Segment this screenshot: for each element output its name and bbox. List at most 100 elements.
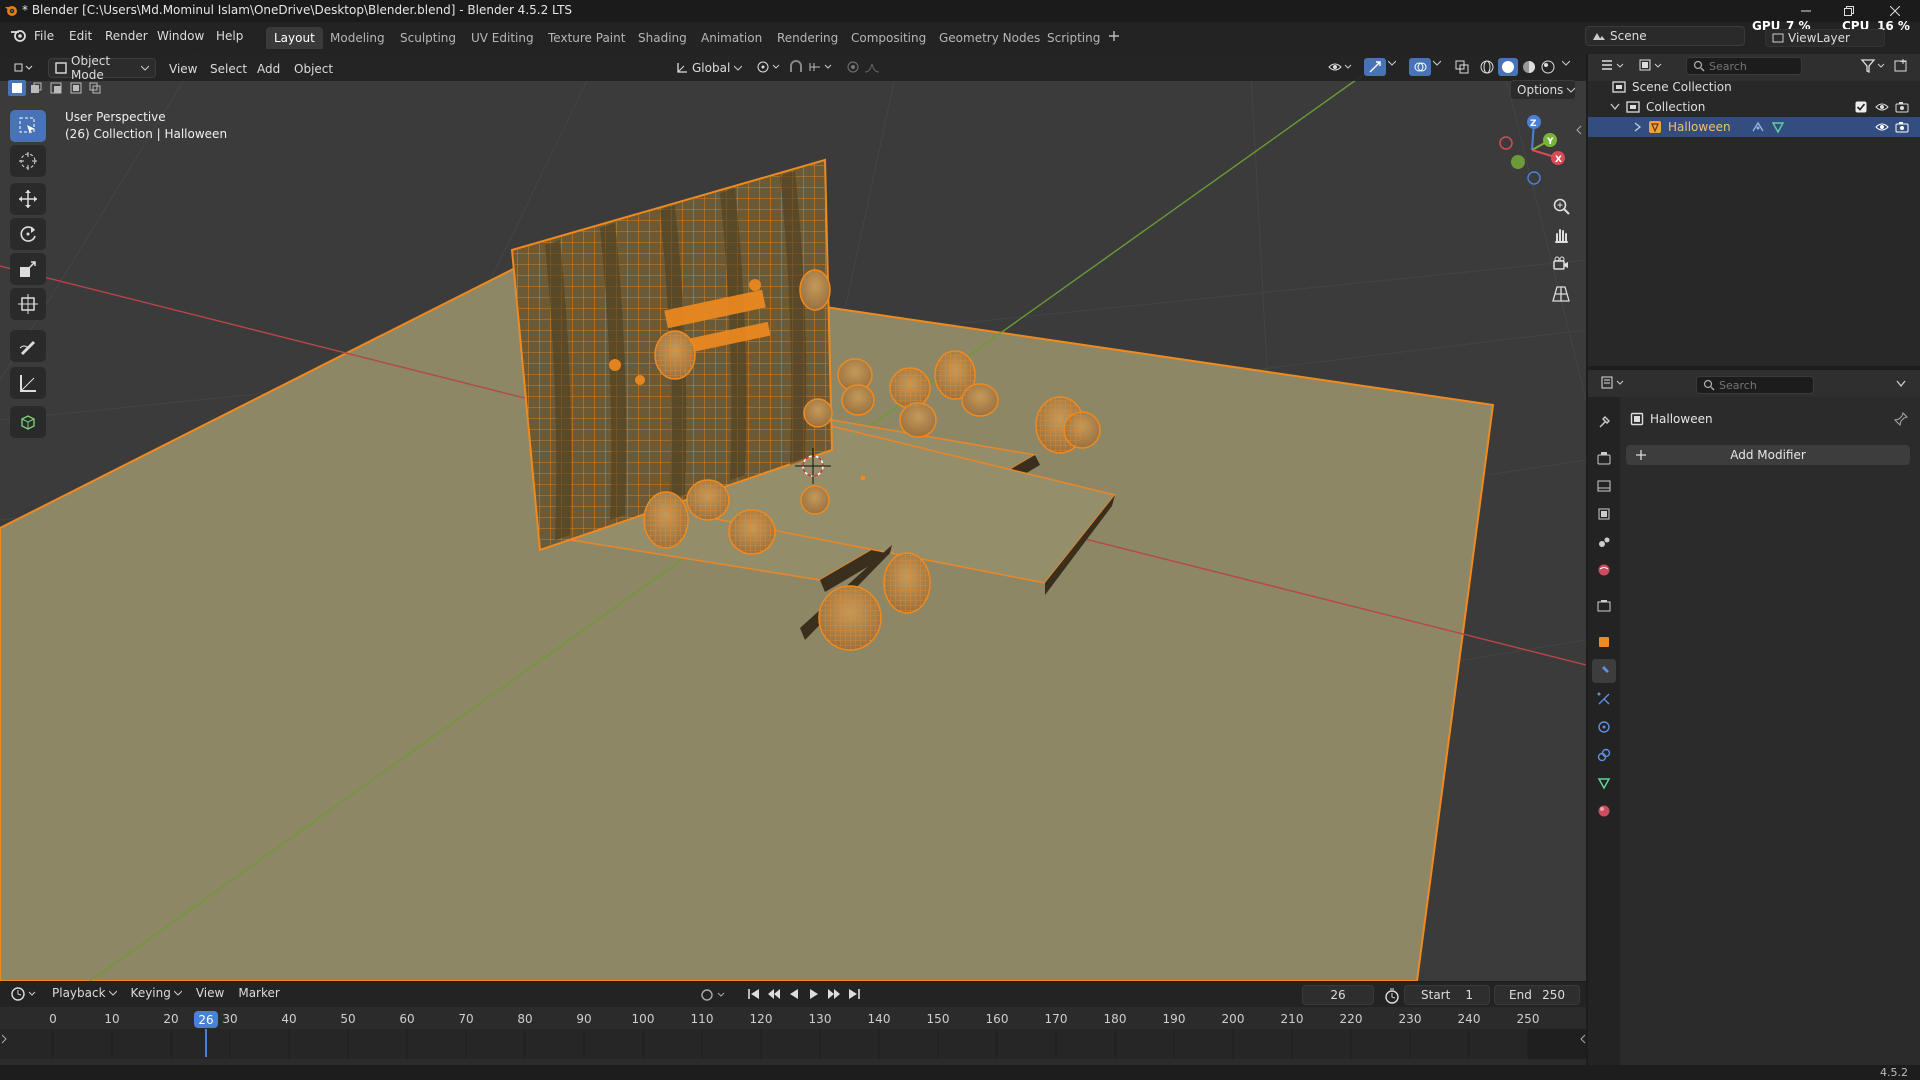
timer-icon[interactable]	[1384, 988, 1400, 1004]
start-frame-field[interactable]: Start 1	[1404, 985, 1490, 1005]
tab-shading[interactable]: Shading	[630, 27, 695, 49]
constraints-icon[interactable]	[1592, 743, 1616, 767]
restore-icon[interactable]	[1838, 2, 1860, 20]
menu-edit[interactable]: Edit	[69, 29, 92, 43]
current-frame-field[interactable]: 26	[1302, 985, 1374, 1005]
modifier-icon[interactable]	[1592, 659, 1616, 683]
wireframe-shading-icon[interactable]	[1479, 59, 1495, 75]
data-icon[interactable]	[1592, 771, 1616, 795]
select-subtract-icon[interactable]	[47, 80, 65, 96]
blender-menu-icon[interactable]	[10, 27, 28, 43]
camera-view-icon[interactable]	[1546, 251, 1576, 279]
cursor-tool[interactable]	[10, 145, 46, 177]
transform-orientation[interactable]: Global	[670, 58, 746, 78]
gizmo-dropdown-icon[interactable]	[1388, 60, 1396, 66]
menu-playback[interactable]: Playback	[52, 986, 117, 1000]
menu-marker[interactable]: Marker	[238, 986, 279, 1000]
proportional-edit-icon[interactable]	[846, 60, 860, 74]
material-icon[interactable]	[1592, 799, 1616, 823]
navigation-gizmo[interactable]: Z Y X	[1490, 110, 1570, 190]
menu-object[interactable]: Object	[294, 62, 333, 76]
menu-file[interactable]: File	[34, 29, 54, 43]
visibility-selectability-icon[interactable]	[1328, 60, 1354, 74]
sidebar-toggle-icon[interactable]	[1576, 125, 1582, 135]
select-invert-icon[interactable]	[67, 80, 85, 96]
scene-selector[interactable]: Scene	[1585, 26, 1745, 46]
pan-hand-icon[interactable]	[1546, 221, 1576, 249]
solid-shading-icon[interactable]	[1498, 58, 1518, 76]
tool-icon[interactable]	[1592, 410, 1616, 434]
outliner-editor-type-icon[interactable]	[1600, 58, 1626, 74]
expand-arrow-icon[interactable]	[1610, 103, 1620, 111]
falloff-icon[interactable]	[864, 60, 890, 74]
shading-dropdown-icon[interactable]	[1562, 60, 1570, 66]
eye-icon[interactable]	[1875, 102, 1889, 112]
snap-icon[interactable]	[788, 60, 804, 74]
properties-search-input[interactable]	[1719, 378, 1807, 392]
menu-add[interactable]: Add	[257, 62, 280, 76]
tab-texture-paint[interactable]: Texture Paint	[540, 27, 633, 49]
menu-help[interactable]: Help	[216, 29, 243, 43]
collection-icon[interactable]	[1592, 594, 1616, 618]
play-reverse-icon[interactable]	[786, 986, 802, 1002]
3d-viewport[interactable]	[0, 54, 1586, 981]
options-button[interactable]: Options	[1510, 80, 1576, 100]
add-cube-tool[interactable]	[10, 406, 46, 438]
menu-render[interactable]: Render	[105, 29, 148, 43]
add-modifier-button[interactable]: Add Modifier	[1626, 445, 1910, 465]
menu-window[interactable]: Window	[157, 29, 204, 43]
checkbox-icon[interactable]	[1855, 101, 1867, 113]
view-layer-icon[interactable]	[1592, 502, 1616, 526]
outliner-row-halloween[interactable]: Halloween	[1588, 117, 1920, 137]
select-intersect-icon[interactable]	[86, 80, 104, 96]
rotate-tool[interactable]	[10, 218, 46, 250]
new-collection-icon[interactable]	[1893, 58, 1909, 74]
menu-select[interactable]: Select	[210, 62, 247, 76]
tab-scripting[interactable]: Scripting	[1039, 27, 1108, 49]
world-icon[interactable]	[1592, 558, 1616, 582]
select-new-icon[interactable]	[8, 80, 26, 96]
transform-tool[interactable]	[10, 288, 46, 320]
gizmo-toggle-icon[interactable]	[1364, 58, 1386, 76]
menu-view[interactable]: View	[169, 62, 197, 76]
measure-tool[interactable]	[10, 367, 46, 399]
jump-keyframe-forward-icon[interactable]	[826, 986, 842, 1002]
menu-timeline-view[interactable]: View	[196, 986, 224, 1000]
annotate-tool[interactable]	[10, 330, 46, 362]
timeline-editor-type-icon[interactable]	[10, 986, 38, 1002]
jump-keyframe-back-icon[interactable]	[766, 986, 782, 1002]
play-icon[interactable]	[806, 986, 822, 1002]
xray-toggle-icon[interactable]	[1455, 60, 1469, 74]
tab-geometry-nodes[interactable]: Geometry Nodes	[931, 27, 1048, 49]
close-icon[interactable]	[1884, 2, 1906, 20]
tab-compositing[interactable]: Compositing	[843, 27, 934, 49]
pivot-icon[interactable]	[756, 60, 782, 74]
filter-icon[interactable]	[1860, 58, 1886, 74]
tab-animation[interactable]: Animation	[693, 27, 770, 49]
outliner-row-collection[interactable]: Collection	[1588, 97, 1920, 117]
select-box-tool[interactable]	[10, 110, 46, 142]
overlays-toggle-icon[interactable]	[1409, 58, 1431, 76]
rendered-shading-icon[interactable]	[1540, 59, 1556, 75]
scale-tool[interactable]	[10, 253, 46, 285]
jump-start-icon[interactable]	[746, 986, 762, 1002]
timeline-channels-toggle-icon[interactable]	[1, 1034, 7, 1044]
material-preview-icon[interactable]	[1521, 59, 1537, 75]
camera-render-icon[interactable]	[1895, 101, 1909, 113]
output-icon[interactable]	[1592, 474, 1616, 498]
mode-selector[interactable]: Object Mode	[48, 54, 156, 82]
object-icon[interactable]	[1592, 630, 1616, 654]
physics-icon[interactable]	[1592, 715, 1616, 739]
eye-icon[interactable]	[1875, 122, 1889, 132]
timeline-sidebar-toggle-icon[interactable]	[1580, 1034, 1586, 1044]
outliner-row-scene-collection[interactable]: Scene Collection	[1588, 77, 1920, 97]
render-icon[interactable]	[1592, 446, 1616, 470]
minimize-icon[interactable]	[1795, 2, 1817, 20]
end-frame-field[interactable]: End 250	[1494, 985, 1580, 1005]
add-workspace-icon[interactable]	[1108, 30, 1120, 42]
move-tool[interactable]	[10, 183, 46, 215]
tab-rendering[interactable]: Rendering	[769, 27, 846, 49]
scene-icon[interactable]	[1592, 530, 1616, 554]
snap-target-icon[interactable]	[808, 60, 834, 74]
overlays-dropdown-icon[interactable]	[1433, 60, 1441, 66]
